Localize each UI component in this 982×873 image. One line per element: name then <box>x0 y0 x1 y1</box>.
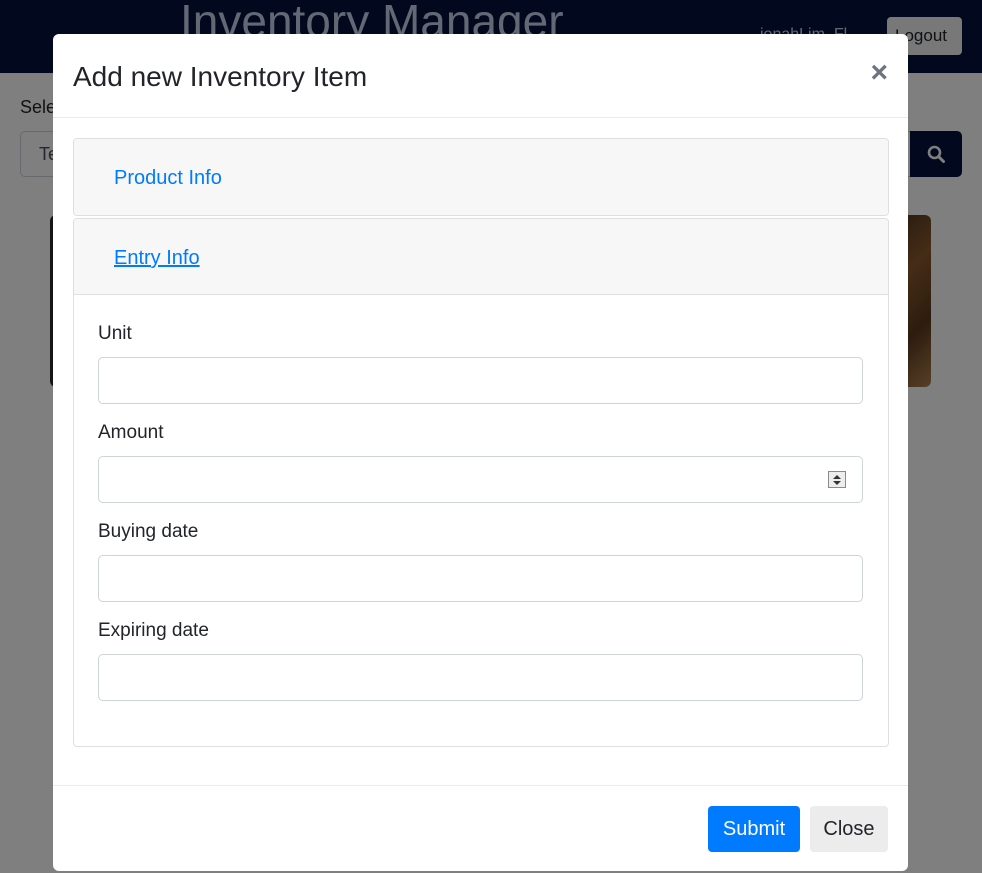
add-item-modal: Add new Inventory Item × Product Info En… <box>53 34 908 871</box>
accordion-section-entry-info: Entry Info Unit Amount Buying date Expir… <box>73 218 889 747</box>
unit-input[interactable] <box>98 357 863 404</box>
amount-input[interactable] <box>98 456 863 503</box>
number-spinner[interactable] <box>828 471 846 488</box>
close-button[interactable]: Close <box>810 806 888 852</box>
buying-date-label: Buying date <box>98 521 199 542</box>
entry-info-form: Unit Amount Buying date Expiring date <box>74 295 888 746</box>
modal-header: Add new Inventory Item × <box>53 34 908 118</box>
accordion-header: Product Info <box>74 139 888 215</box>
modal-title: Add new Inventory Item <box>73 61 368 92</box>
unit-label: Unit <box>98 323 132 344</box>
expiring-date-input[interactable] <box>98 654 863 701</box>
amount-label: Amount <box>98 422 164 443</box>
unit-group: Unit <box>98 323 864 404</box>
accordion-header: Entry Info <box>74 219 888 295</box>
expiring-date-group: Expiring date <box>98 620 864 701</box>
submit-button[interactable]: Submit <box>708 806 800 852</box>
entry-info-toggle[interactable]: Entry Info <box>114 247 200 270</box>
product-info-toggle[interactable]: Product Info <box>114 167 222 190</box>
expiring-date-label: Expiring date <box>98 620 209 641</box>
modal-footer: Submit Close <box>53 785 908 871</box>
close-icon[interactable]: × <box>870 58 888 88</box>
spinner-up-icon[interactable] <box>833 475 841 479</box>
amount-group: Amount <box>98 422 864 503</box>
spinner-down-icon[interactable] <box>833 481 841 485</box>
buying-date-group: Buying date <box>98 521 864 602</box>
accordion: Product Info Entry Info Unit Amount Buyi… <box>73 138 889 747</box>
buying-date-input[interactable] <box>98 555 863 602</box>
accordion-section-product-info: Product Info <box>73 138 889 216</box>
